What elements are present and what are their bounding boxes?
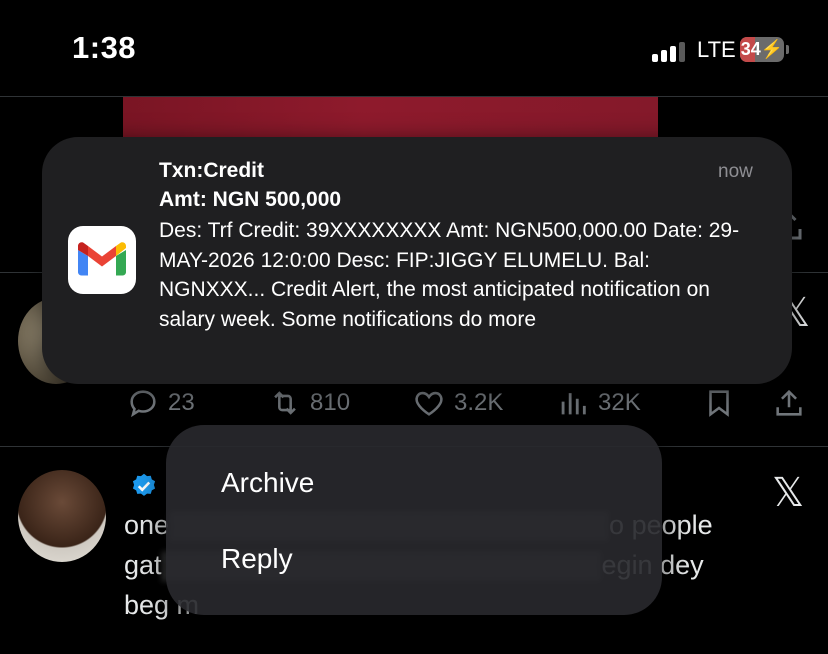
reply-menu-item[interactable]: Reply	[221, 543, 293, 575]
retweet-button[interactable]: 810	[268, 380, 350, 426]
status-bar: 1:38 LTE 34⚡	[0, 0, 828, 96]
gmail-icon	[68, 226, 136, 294]
reply-count: 23	[168, 389, 195, 416]
notification-title: Txn:Credit	[159, 159, 264, 182]
retweet-count: 810	[310, 389, 351, 416]
bookmark-icon	[709, 390, 729, 417]
reply-button[interactable]: 23	[126, 380, 195, 426]
battery-icon: 34⚡	[740, 37, 784, 62]
like-button[interactable]: 3.2K	[412, 380, 503, 426]
notification-subtitle: Amt: NGN 500,000	[159, 188, 342, 211]
retweet-icon	[274, 391, 296, 415]
comment-icon	[130, 390, 156, 418]
notification-context-menu: Archive Reply	[166, 425, 662, 615]
tweet-action-bar: 23 810 3.2K 32K	[0, 380, 828, 426]
views-button[interactable]: 32K	[556, 380, 641, 426]
views-count: 32K	[598, 389, 641, 416]
battery-percentage: 34⚡	[740, 39, 784, 59]
notification-body: Des: Trf Credit: 39XXXXXXXX Amt: NGN500,…	[159, 219, 740, 331]
share-button[interactable]	[772, 380, 806, 426]
tweet-text-fragment: gat	[124, 550, 162, 580]
tweet-text-fragment: one	[124, 510, 170, 540]
like-count: 3.2K	[454, 389, 504, 416]
cellular-signal-icon	[652, 40, 690, 62]
avatar[interactable]	[18, 470, 106, 562]
verified-badge-icon	[132, 473, 156, 496]
notification-time: now	[718, 161, 753, 182]
bookmark-button[interactable]	[702, 380, 736, 426]
battery-tip	[786, 45, 789, 54]
analytics-icon	[561, 393, 586, 415]
share-icon	[776, 389, 802, 416]
network-type: LTE	[697, 37, 736, 62]
gmail-notification[interactable]: Txn:Credit Amt: NGN 500,000 now Des: Trf…	[42, 137, 792, 384]
status-time: 1:38	[72, 30, 137, 65]
archive-menu-item[interactable]: Archive	[221, 467, 314, 499]
heart-icon	[415, 391, 443, 416]
